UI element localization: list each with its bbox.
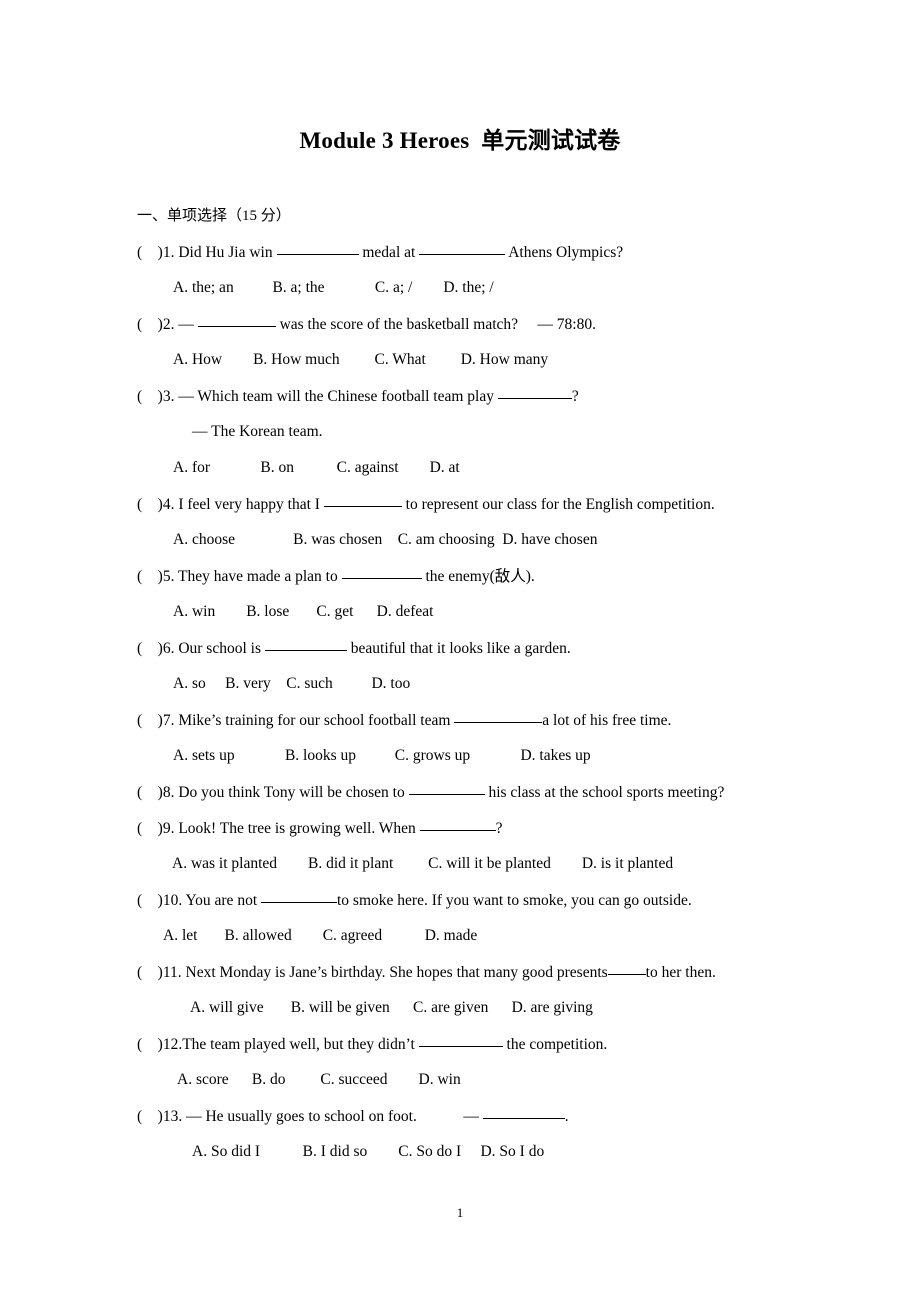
question-12-marker: ( )12. [137,1036,183,1053]
question-6-stem: ( )6. Our school is beautiful that it lo… [137,638,571,659]
question-6-blank-1 [264,638,347,651]
question-3-marker: ( )3. [137,388,175,405]
question-7-marker: ( )7. [137,712,175,729]
question-3-stem: ( )3. — Which team will the Chinese foot… [137,386,579,407]
question-1-blank-1 [276,242,359,255]
question-1-blank-2 [419,242,506,255]
question-10-blank-1 [261,890,337,903]
question-10-marker: ( )10. [137,892,183,909]
question-9-stem: ( )9. Look! The tree is growing well. Wh… [137,818,503,839]
question-5-stem: ( )5. They have made a plan to the enemy… [137,566,535,587]
question-13-options: A. So did I B. I did so C. So do I D. So… [192,1143,545,1160]
question-5-text-a: They have made a plan to [174,568,342,585]
question-2-stem: ( )2. — was the score of the basketball … [137,314,596,335]
question-2-blank-1 [197,314,276,327]
question-11-stem: ( )11. Next Monday is Jane’s birthday. S… [137,962,716,983]
question-4-stem: ( )4. I feel very happy that I to repres… [137,494,715,515]
question-13-text-b: . [564,1108,569,1125]
question-7-text-a: Mike’s training for our school football … [174,712,455,729]
question-3-text-a: — Which team will the Chinese football t… [174,388,498,405]
page-number: 1 [456,1205,464,1220]
question-10-options: A. let B. allowed C. agreed D. made [163,927,478,944]
question-7-options: A. sets up B. looks up C. grows up D. ta… [173,747,591,764]
question-3-text-b: ? [571,388,579,405]
question-7-text-b: a lot of his free time. [542,712,672,729]
question-12-text-b: the competition. [502,1036,608,1053]
question-9-blank-1 [419,818,496,831]
question-1-marker: ( )1. [137,244,175,261]
question-1-text-b: medal at [358,244,420,261]
question-4-marker: ( )4. [137,496,175,513]
exam-paper-page: Module 3 Heroes 单元测试试卷 一、单项选择（15 分） ( )1… [0,0,920,1302]
question-5-text-b: the enemy(敌人). [421,568,535,585]
question-4-options: A. choose B. was chosen C. am choosing D… [173,531,598,548]
question-2-marker: ( )2. [137,316,175,333]
question-7-stem: ( )7. Mike’s training for our school foo… [137,710,671,731]
question-5-marker: ( )5. [137,568,175,585]
question-2-text-a: — [174,316,198,333]
question-12-blank-1 [418,1034,503,1047]
question-10-text-a: You are not [182,892,261,909]
question-9-options: A. was it planted B. did it plant C. wil… [172,855,674,872]
question-3-blank-1 [497,386,572,399]
question-13-marker: ( )13. [137,1108,183,1125]
question-2-text-b: was the score of the basketball match? —… [275,316,596,333]
question-7-blank-1 [454,710,543,723]
question-13-stem: ( )13. — He usually goes to school on fo… [137,1106,569,1127]
question-3-options: A. for B. on C. against D. at [173,459,460,476]
section-heading-multiple-choice: 一、单项选择（15 分） [137,208,291,224]
question-8-stem: ( )8. Do you think Tony will be chosen t… [137,782,724,803]
question-12-options: A. score B. do C. succeed D. win [177,1071,461,1088]
question-10-stem: ( )10. You are not to smoke here. If you… [137,890,692,911]
question-13-blank-1 [482,1106,565,1119]
page-title: Module 3 Heroes 单元测试试卷 [299,128,621,153]
question-8-blank-1 [408,782,485,795]
question-5-blank-1 [341,566,422,579]
question-9-marker: ( )9. [137,820,175,837]
question-9-text-b: ? [495,820,503,837]
question-11-text-b: to her then. [645,964,716,981]
question-1-text-a: Did Hu Jia win [174,244,277,261]
question-4-text-b: to represent our class for the English c… [401,496,715,513]
question-3-continuation: — The Korean team. [192,423,323,440]
question-11-options: A. will give B. will be given C. are giv… [190,999,593,1016]
question-6-text-b: beautiful that it looks like a garden. [346,640,571,657]
question-12-text-a: The team played well, but they didn’t [182,1036,419,1053]
question-6-text-a: Our school is [174,640,265,657]
question-11-blank-1 [607,962,646,975]
question-6-marker: ( )6. [137,640,175,657]
question-5-options: A. win B. lose C. get D. defeat [173,603,434,620]
question-12-stem: ( )12.The team played well, but they did… [137,1034,607,1055]
question-1-stem: ( )1. Did Hu Jia win medal at Athens Oly… [137,242,623,263]
question-13-text-a: — He usually goes to school on foot. — [182,1108,483,1125]
question-2-options: A. How B. How much C. What D. How many [173,351,549,368]
question-8-text-a: Do you think Tony will be chosen to [174,784,409,801]
question-4-blank-1 [323,494,402,507]
question-1-options: A. the; an B. a; the C. a; / D. the; / [173,279,494,296]
question-4-text-a: I feel very happy that I [174,496,324,513]
question-8-marker: ( )8. [137,784,175,801]
question-11-marker: ( )11. [137,964,182,981]
question-10-text-b: to smoke here. If you want to smoke, you… [337,892,692,909]
question-8-text-b: his class at the school sports meeting? [484,784,725,801]
question-1-text-c: Athens Olympics? [505,244,624,261]
question-11-text-a: Next Monday is Jane’s birthday. She hope… [181,964,608,981]
question-6-options: A. so B. very C. such D. too [173,675,411,692]
question-9-text-a: Look! The tree is growing well. When [174,820,420,837]
